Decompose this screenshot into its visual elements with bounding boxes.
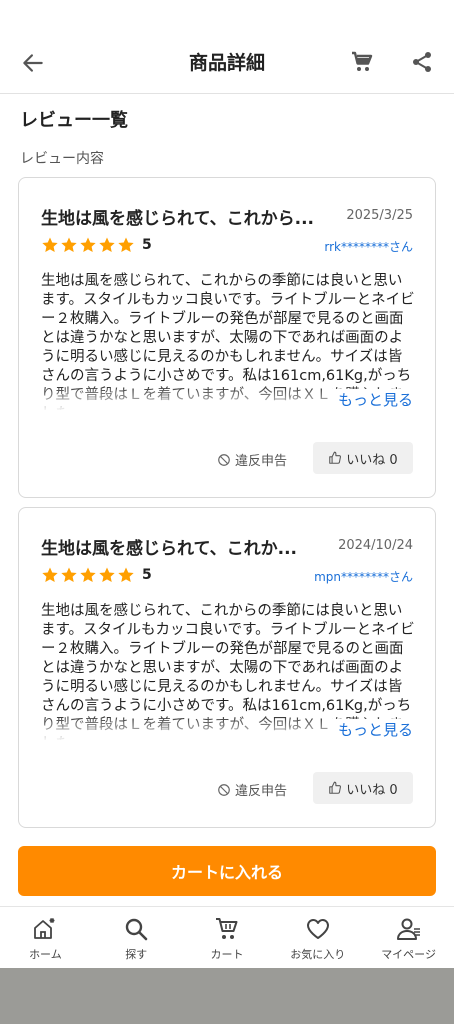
star-icon xyxy=(61,567,77,583)
section-title: レビュー一覧 xyxy=(20,110,128,131)
review-card: 生地は風を感じられて、これか... 2024/10/24 5 mpn******… xyxy=(18,507,436,828)
cart-icon[interactable] xyxy=(350,50,374,74)
page-title: 商品詳細 xyxy=(188,52,265,74)
rating-score: 5 xyxy=(142,567,152,583)
like-label: いいね 0 xyxy=(346,452,398,468)
review-title: 生地は風を感じられて、これから... xyxy=(41,209,315,229)
tab-mypage[interactable]: マイページ xyxy=(363,907,454,968)
star-rating: 5 xyxy=(41,566,152,584)
prohibited-icon xyxy=(218,783,230,796)
prohibited-icon xyxy=(218,453,230,466)
review-date: 2024/10/24 xyxy=(338,538,413,553)
like-button[interactable]: いいね 0 xyxy=(313,442,413,474)
arrow-left-icon[interactable] xyxy=(20,50,46,76)
tab-favorites[interactable]: お気に入り xyxy=(272,907,363,968)
user-icon xyxy=(396,918,420,940)
report-label: 違反申告 xyxy=(235,454,288,469)
like-label: いいね 0 xyxy=(346,782,398,798)
show-more-link[interactable]: もっと見る xyxy=(331,389,413,410)
report-button[interactable]: 違反申告 xyxy=(217,780,287,799)
star-icon xyxy=(80,567,96,583)
thumbs-up-icon xyxy=(329,781,342,794)
rating-score: 5 xyxy=(142,237,152,253)
add-to-cart-button[interactable]: カートに入れる xyxy=(18,846,436,896)
tab-cart[interactable]: カート xyxy=(182,907,273,968)
tab-search[interactable]: 探す xyxy=(91,907,182,968)
review-card: 生地は風を感じられて、これから... 2025/3/25 5 rrk******… xyxy=(18,177,436,498)
heart-icon xyxy=(306,919,329,939)
top-app-bar: 商品詳細 xyxy=(0,30,454,94)
show-more-link[interactable]: もっと見る xyxy=(331,719,413,740)
star-icon xyxy=(61,237,77,253)
star-icon xyxy=(42,567,58,583)
tab-home[interactable]: ホーム xyxy=(0,907,91,968)
search-icon xyxy=(125,918,148,941)
star-icon xyxy=(99,567,115,583)
star-icon xyxy=(42,237,58,253)
like-button[interactable]: いいね 0 xyxy=(313,772,413,804)
review-title: 生地は風を感じられて、これか... xyxy=(41,539,298,559)
star-icon xyxy=(118,567,134,583)
system-navigation-bar xyxy=(0,968,454,1024)
star-icon xyxy=(118,237,134,253)
tab-label: お気に入り xyxy=(290,948,346,961)
home-icon xyxy=(34,918,55,939)
thumbs-up-icon xyxy=(329,451,342,464)
star-icon xyxy=(99,237,115,253)
tab-label: ホーム xyxy=(29,948,62,961)
tab-label: 探す xyxy=(125,948,148,961)
cart-icon xyxy=(215,918,238,939)
bottom-tab-bar: ホーム 探す カート お気に入り マイページ xyxy=(0,906,454,968)
tab-label: カート xyxy=(210,948,244,961)
report-label: 違反申告 xyxy=(235,784,288,799)
section-subtitle: レビュー内容 xyxy=(20,151,104,167)
reviewer-name[interactable]: mpn********さん xyxy=(314,568,413,585)
star-rating: 5 xyxy=(41,236,152,254)
star-icon xyxy=(80,237,96,253)
share-icon[interactable] xyxy=(410,50,434,74)
tab-label: マイページ xyxy=(381,948,436,961)
report-button[interactable]: 違反申告 xyxy=(217,450,287,469)
review-date: 2025/3/25 xyxy=(346,208,413,223)
reviewer-name[interactable]: rrk********さん xyxy=(324,238,413,255)
